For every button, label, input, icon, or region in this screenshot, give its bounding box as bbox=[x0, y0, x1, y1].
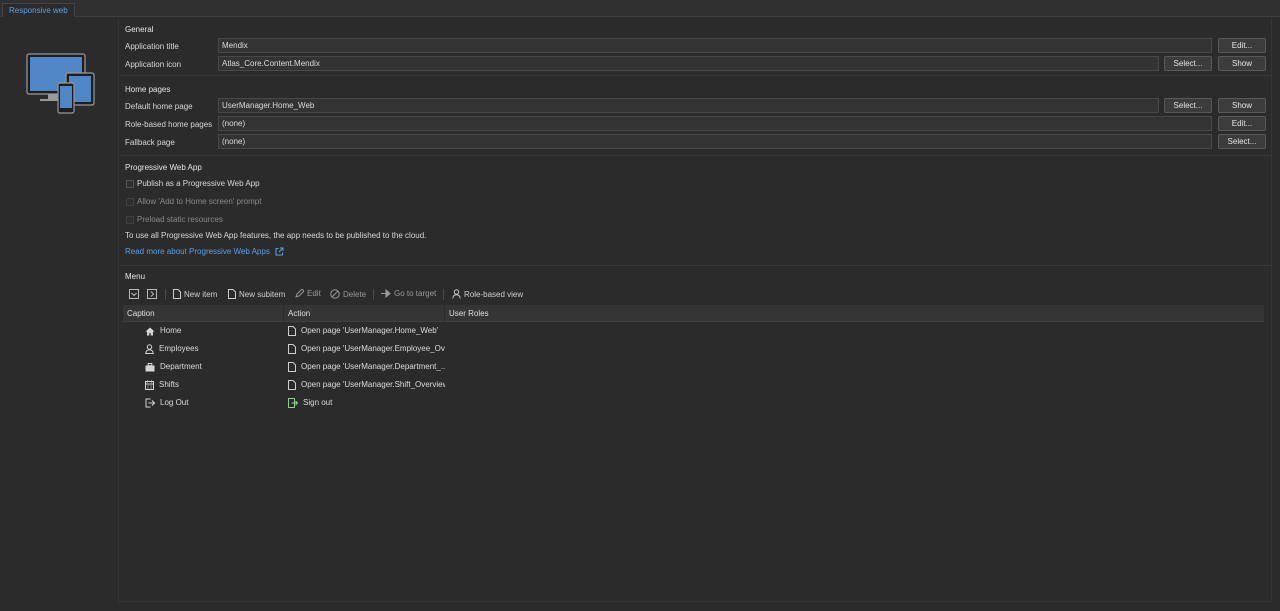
tab-responsive-web[interactable]: Responsive web bbox=[2, 3, 75, 17]
menu-section-title: Menu bbox=[125, 272, 146, 281]
responsive-devices-icon bbox=[26, 53, 96, 115]
general-section-title: General bbox=[125, 25, 154, 34]
pencil-icon bbox=[295, 289, 304, 298]
expand-all-button[interactable] bbox=[129, 289, 139, 299]
toolbar-separator bbox=[165, 289, 166, 300]
collapse-all-button[interactable] bbox=[147, 289, 157, 299]
signout-icon bbox=[288, 398, 298, 408]
new-document-icon bbox=[228, 289, 236, 299]
allow-home-screen-checkbox[interactable] bbox=[126, 198, 134, 206]
column-header-user-roles[interactable]: User Roles bbox=[445, 305, 1264, 322]
default-home-page-label: Default home page bbox=[125, 102, 193, 111]
page-icon bbox=[288, 326, 296, 336]
table-row[interactable]: Department Open page 'UserManager.Depart… bbox=[123, 358, 1264, 376]
menu-item-action: Open page 'UserManager.Department_... bbox=[301, 362, 445, 371]
menu-item-caption: Employees bbox=[159, 344, 199, 353]
toolbar-separator bbox=[373, 289, 374, 300]
menu-item-action: Open page 'UserManager.Shift_Overview' bbox=[301, 380, 445, 389]
user-icon bbox=[145, 344, 154, 354]
new-subitem-button[interactable]: New subitem bbox=[228, 289, 285, 299]
application-icon-show-button[interactable]: Show bbox=[1218, 56, 1266, 71]
new-subitem-label: New subitem bbox=[239, 289, 286, 299]
menu-grid-header: Caption Action User Roles bbox=[123, 305, 1264, 322]
role-based-home-pages-edit-button[interactable]: Edit... bbox=[1218, 116, 1266, 131]
publish-pwa-checkbox[interactable] bbox=[126, 180, 134, 188]
fallback-page-field[interactable]: (none) bbox=[218, 134, 1212, 149]
responsive-web-settings: General Application title Mendix Edit...… bbox=[118, 18, 1272, 602]
edit-label: Edit bbox=[307, 289, 321, 298]
fallback-page-label: Fallback page bbox=[125, 138, 175, 147]
collapse-all-icon bbox=[147, 289, 157, 299]
menu-item-caption: Log Out bbox=[160, 398, 189, 407]
menu-item-caption: Shifts bbox=[159, 380, 180, 389]
page-icon bbox=[288, 344, 296, 354]
logout-icon bbox=[145, 398, 155, 408]
role-based-home-pages-field[interactable]: (none) bbox=[218, 116, 1212, 131]
new-item-button[interactable]: New item bbox=[173, 289, 217, 299]
edit-button[interactable]: Edit bbox=[295, 289, 321, 298]
application-title-field[interactable]: Mendix bbox=[218, 38, 1212, 53]
section-divider bbox=[119, 265, 1271, 266]
table-row[interactable]: Shifts Open page 'UserManager.Shift_Over… bbox=[123, 376, 1264, 394]
pwa-read-more-link[interactable]: Read more about Progressive Web Apps bbox=[125, 247, 284, 256]
application-icon-field[interactable]: Atlas_Core.Content.Mendix bbox=[218, 56, 1159, 71]
menu-item-action: Open page 'UserManager.Employee_Ov... bbox=[301, 344, 445, 353]
menu-item-action: Open page 'UserManager.Home_Web' bbox=[301, 326, 439, 335]
home-icon bbox=[145, 327, 155, 336]
external-link-icon bbox=[275, 247, 284, 256]
application-icon-label: Application icon bbox=[125, 60, 182, 69]
default-home-page-field[interactable]: UserManager.Home_Web bbox=[218, 98, 1159, 113]
new-item-label: New item bbox=[184, 289, 218, 299]
role-based-view-label: Role-based view bbox=[464, 289, 524, 299]
pwa-note-text: To use all Progressive Web App features,… bbox=[125, 231, 427, 240]
application-title-edit-button[interactable]: Edit... bbox=[1218, 38, 1266, 53]
delete-icon bbox=[330, 289, 340, 299]
go-to-target-label: Go to target bbox=[394, 289, 437, 298]
pwa-read-more-text: Read more about Progressive Web Apps bbox=[125, 247, 270, 256]
delete-label: Delete bbox=[343, 289, 367, 299]
table-row[interactable]: Employees Open page 'UserManager.Employe… bbox=[123, 340, 1264, 358]
toolbar-separator bbox=[443, 289, 444, 300]
preload-resources-checkbox[interactable] bbox=[126, 216, 134, 224]
arrow-right-icon bbox=[381, 289, 391, 298]
section-divider bbox=[119, 155, 1271, 156]
column-header-action[interactable]: Action bbox=[284, 305, 445, 322]
fallback-page-select-button[interactable]: Select... bbox=[1218, 134, 1266, 149]
home-pages-section-title: Home pages bbox=[125, 85, 171, 94]
document-tab-bar: Responsive web bbox=[0, 0, 1280, 17]
navigation-profile-panel bbox=[0, 18, 118, 611]
menu-item-caption: Department bbox=[160, 362, 202, 371]
delete-button[interactable]: Delete bbox=[330, 289, 366, 299]
table-row[interactable]: Home Open page 'UserManager.Home_Web' bbox=[123, 322, 1264, 340]
default-home-page-select-button[interactable]: Select... bbox=[1164, 98, 1212, 113]
default-home-page-show-button[interactable]: Show bbox=[1218, 98, 1266, 113]
page-icon bbox=[288, 362, 296, 372]
page-icon bbox=[288, 380, 296, 390]
menu-item-action: Sign out bbox=[303, 398, 333, 407]
briefcase-icon bbox=[145, 362, 155, 372]
menu-item-caption: Home bbox=[160, 326, 182, 335]
go-to-target-button[interactable]: Go to target bbox=[381, 289, 436, 298]
allow-home-screen-label: Allow 'Add to Home screen' prompt bbox=[137, 197, 262, 206]
preload-resources-label: Preload static resources bbox=[137, 215, 223, 224]
calendar-icon bbox=[145, 380, 154, 390]
application-icon-select-button[interactable]: Select... bbox=[1164, 56, 1212, 71]
application-title-label: Application title bbox=[125, 42, 179, 51]
role-based-home-pages-label: Role-based home pages bbox=[125, 120, 213, 129]
role-based-view-button[interactable]: Role-based view bbox=[452, 289, 523, 299]
new-document-icon bbox=[173, 289, 181, 299]
pwa-section-title: Progressive Web App bbox=[125, 163, 202, 172]
column-header-caption[interactable]: Caption bbox=[123, 305, 284, 322]
publish-pwa-label: Publish as a Progressive Web App bbox=[137, 179, 260, 188]
user-icon bbox=[452, 289, 461, 299]
section-divider bbox=[119, 75, 1271, 76]
expand-all-icon bbox=[129, 289, 139, 299]
table-row[interactable]: Log Out Sign out bbox=[123, 394, 1264, 412]
